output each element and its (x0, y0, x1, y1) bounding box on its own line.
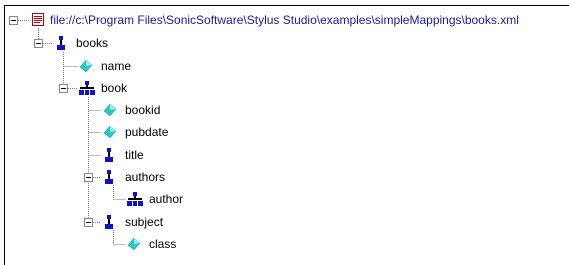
tree-node-label: subject (125, 215, 164, 229)
attribute-icon (128, 238, 140, 250)
collapse-toggle[interactable] (84, 173, 93, 182)
tree-node-label: books (76, 36, 109, 50)
element-single-icon (105, 170, 113, 184)
tree-node-author[interactable]: author (0, 190, 220, 208)
tree-node-bookid[interactable]: bookid (0, 101, 200, 119)
tree-node-label: author (149, 192, 184, 206)
tree-node-label: class (149, 237, 177, 251)
tree-node-book[interactable]: book (0, 79, 200, 97)
root-path-label: file://c:\Program Files\SonicSoftware\St… (50, 13, 519, 27)
collapse-toggle[interactable] (34, 39, 43, 48)
element-single-icon (105, 148, 113, 162)
attribute-icon (104, 104, 116, 116)
tree-node-label: authors (125, 170, 166, 184)
tree-node-subject[interactable]: subject (0, 213, 200, 231)
tree-node-authors[interactable]: authors (0, 168, 200, 186)
tree-node-books[interactable]: books (0, 34, 200, 52)
tree-node-label: bookid (125, 103, 161, 117)
element-single-icon (105, 215, 113, 229)
tree-node-class[interactable]: class (0, 235, 200, 253)
element-single-icon (57, 36, 65, 50)
element-repeating-icon (127, 192, 143, 206)
tree-node-pubdate[interactable]: pubdate (0, 123, 200, 141)
tree-node-label: book (101, 81, 128, 95)
tree-node-label: name (101, 59, 132, 73)
tree-node-name[interactable]: name (0, 57, 200, 75)
collapse-toggle[interactable] (84, 218, 93, 227)
collapse-toggle[interactable] (59, 84, 68, 93)
attribute-icon (80, 60, 92, 72)
tree-node-label: title (125, 148, 144, 162)
tree-root-row[interactable]: file://c:\Program Files\SonicSoftware\St… (0, 11, 569, 29)
tree-node-label: pubdate (125, 125, 169, 139)
attribute-icon (104, 126, 116, 138)
tree-node-title[interactable]: title (0, 146, 200, 164)
element-repeating-icon (79, 81, 95, 95)
document-icon (32, 13, 44, 26)
collapse-toggle[interactable] (9, 16, 18, 25)
